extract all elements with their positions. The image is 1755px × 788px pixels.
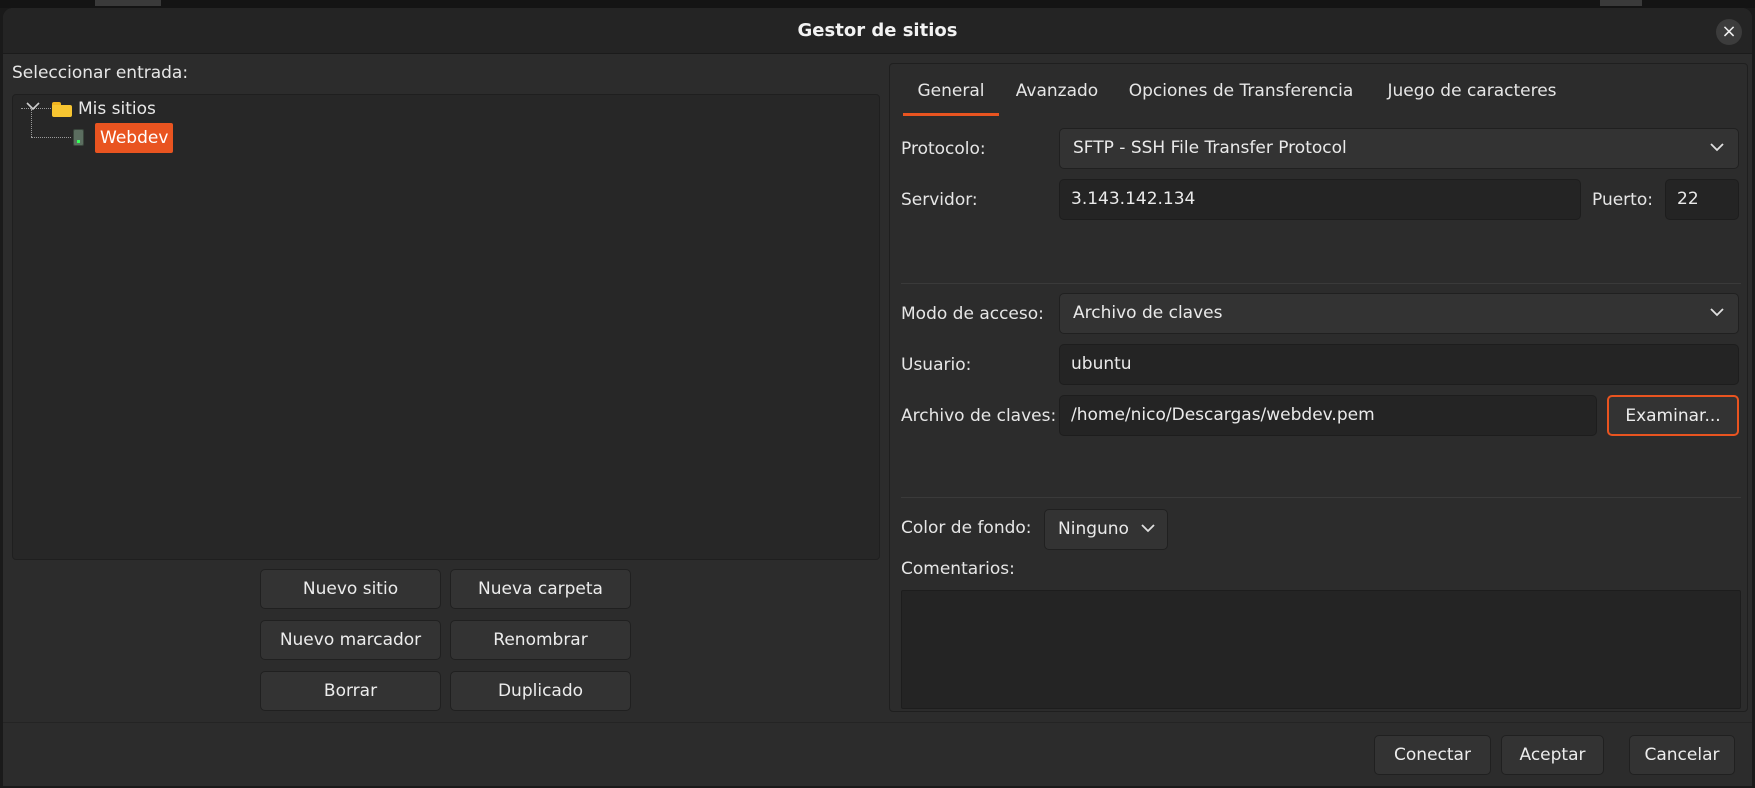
chevron-down-icon (1141, 510, 1155, 549)
footer-separator (3, 722, 1752, 723)
tree-item-webdev[interactable]: Webdev (95, 123, 174, 153)
access-mode-select[interactable]: Archivo de claves (1059, 293, 1739, 334)
comments-label: Comentarios: (901, 559, 1015, 579)
bg-color-label: Color de fondo: (901, 518, 1032, 538)
port-input[interactable]: 22 (1665, 179, 1739, 220)
tree-line (31, 137, 71, 138)
delete-button[interactable]: Borrar (260, 671, 441, 711)
keyfile-input[interactable]: /home/nico/Descargas/webdev.pem (1059, 395, 1597, 436)
new-folder-button[interactable]: Nueva carpeta (450, 569, 631, 609)
bg-color-select[interactable]: Ninguno (1044, 509, 1168, 550)
dialog-title: Gestor de sitios (797, 20, 958, 41)
background-window-strip (0, 0, 1755, 8)
user-label: Usuario: (901, 355, 972, 375)
site-manager-dialog: Gestor de sitios × Seleccionar entrada: … (3, 8, 1752, 786)
site-tree[interactable]: Mis sitios Webdev (12, 94, 880, 560)
tab-advanced[interactable]: Avanzado (1014, 76, 1100, 116)
tab-transfer-options[interactable]: Opciones de Transferencia (1128, 76, 1354, 116)
chevron-down-icon (1710, 294, 1724, 333)
access-mode-label: Modo de acceso: (901, 304, 1044, 324)
browse-button[interactable]: Examinar... (1607, 395, 1739, 436)
server-icon (73, 129, 84, 146)
cancel-button[interactable]: Cancelar (1629, 735, 1735, 775)
tree-line (31, 109, 32, 137)
protocol-value: SFTP - SSH File Transfer Protocol (1073, 138, 1347, 158)
background-block (95, 0, 161, 6)
background-block (1600, 0, 1642, 6)
access-mode-value: Archivo de claves (1073, 303, 1223, 323)
new-bookmark-button[interactable]: Nuevo marcador (260, 620, 441, 660)
tree-item-label: Webdev (100, 128, 169, 148)
settings-tabs-panel: General Avanzado Opciones de Transferenc… (889, 63, 1748, 712)
protocol-label: Protocolo: (901, 139, 986, 159)
select-entry-label: Seleccionar entrada: (12, 63, 189, 83)
folder-icon (52, 102, 72, 117)
server-label: Servidor: (901, 190, 978, 210)
title-bar: Gestor de sitios × (3, 8, 1752, 54)
protocol-select[interactable]: SFTP - SSH File Transfer Protocol (1059, 128, 1739, 169)
connect-button[interactable]: Conectar (1374, 735, 1491, 775)
comments-textarea[interactable] (901, 590, 1741, 709)
close-button[interactable]: × (1716, 19, 1742, 45)
tree-item-label: Mis sitios (78, 99, 156, 119)
accept-button[interactable]: Aceptar (1501, 735, 1604, 775)
close-icon: × (1721, 21, 1737, 42)
separator (901, 497, 1741, 498)
separator (901, 283, 1741, 284)
server-input[interactable]: 3.143.142.134 (1059, 179, 1581, 220)
tab-general[interactable]: General (903, 76, 999, 116)
bg-color-value: Ninguno (1058, 519, 1129, 539)
keyfile-label: Archivo de claves: (901, 406, 1057, 426)
tab-charset[interactable]: Juego de caracteres (1368, 76, 1576, 116)
chevron-down-icon (1710, 129, 1724, 168)
chevron-down-icon[interactable] (26, 100, 40, 114)
rename-button[interactable]: Renombrar (450, 620, 631, 660)
tree-item-mis-sitios[interactable]: Mis sitios (78, 97, 156, 121)
new-site-button[interactable]: Nuevo sitio (260, 569, 441, 609)
port-label: Puerto: (1592, 190, 1653, 210)
duplicate-button[interactable]: Duplicado (450, 671, 631, 711)
user-input[interactable]: ubuntu (1059, 344, 1739, 385)
